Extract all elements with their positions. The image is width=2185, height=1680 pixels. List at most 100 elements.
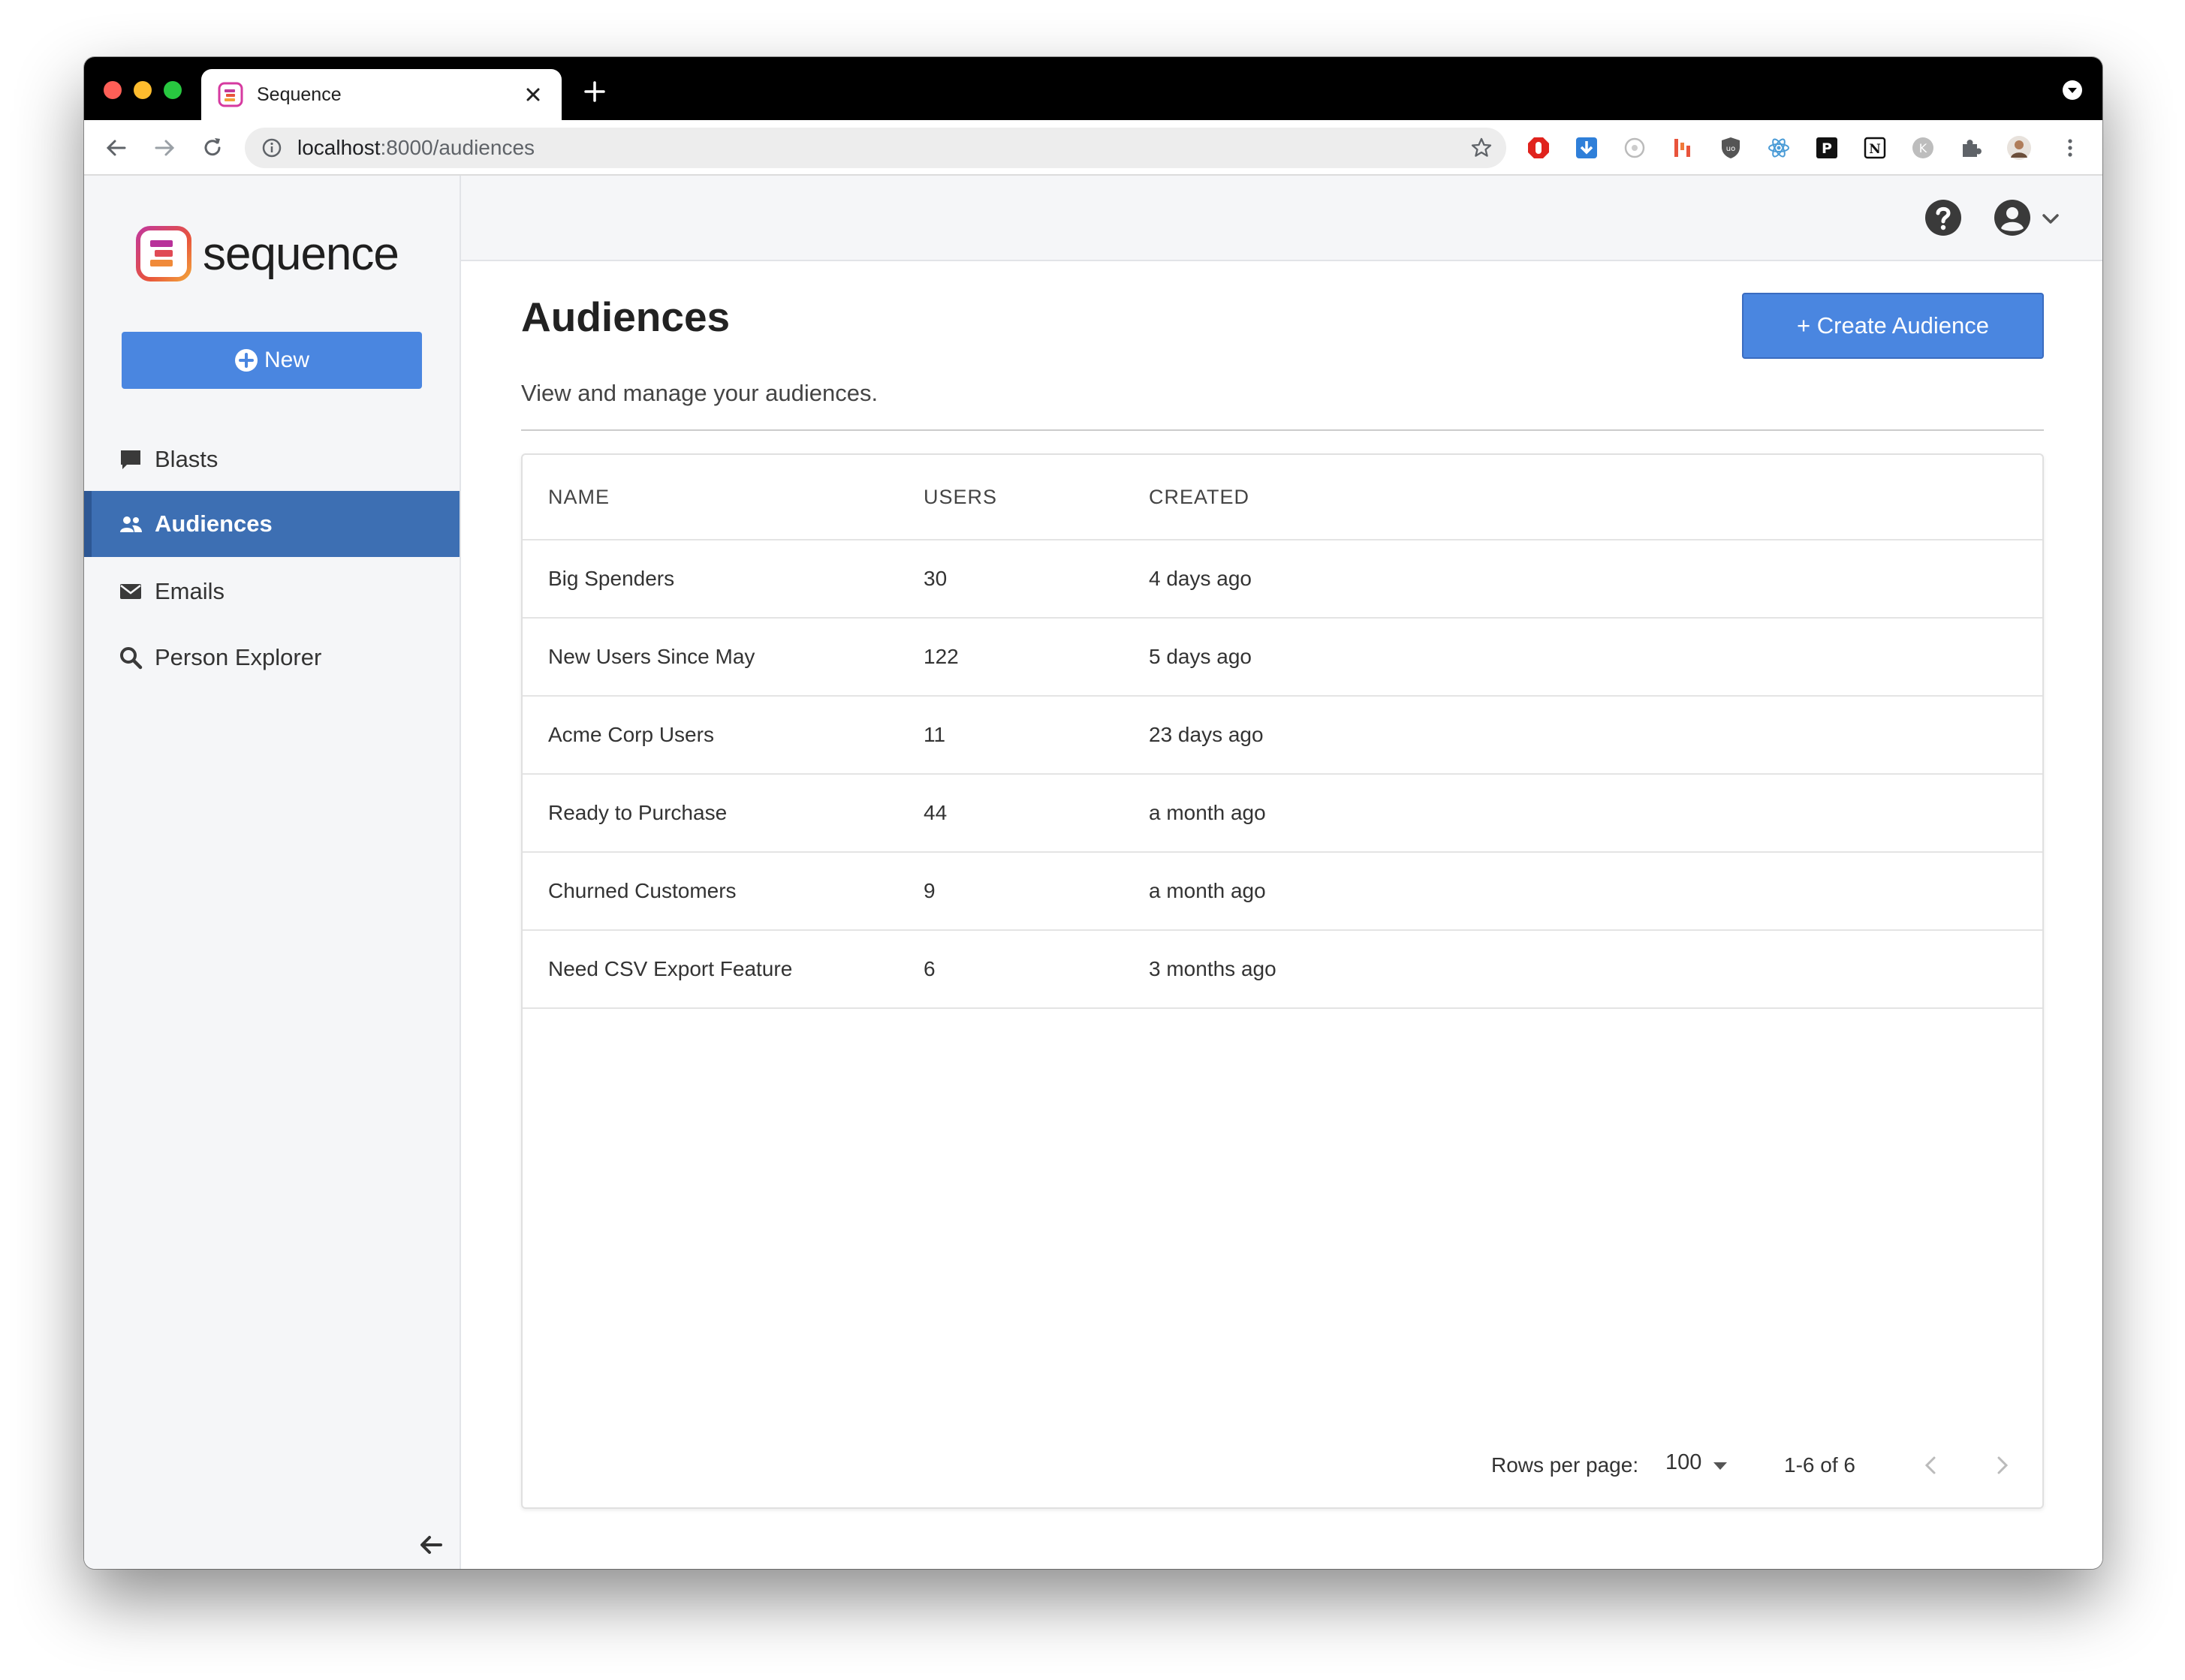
url-text: localhost:8000/audiences <box>297 136 535 160</box>
new-button-label: New <box>264 348 309 372</box>
site-info-icon[interactable] <box>261 137 282 158</box>
svg-text:uo: uo <box>1726 145 1735 153</box>
cell-users: 6 <box>924 957 936 980</box>
tab-bar: Sequence <box>84 57 2102 120</box>
profile-avatar[interactable] <box>2006 135 2032 161</box>
address-bar[interactable]: localhost:8000/audiences <box>245 128 1506 168</box>
cell-name: Need CSV Export Feature <box>548 957 793 980</box>
user-circle-icon[interactable] <box>1993 198 2032 237</box>
rows-per-page-label: Rows per page: <box>1491 1453 1639 1477</box>
message-icon <box>121 450 140 469</box>
reload-icon[interactable] <box>200 135 225 161</box>
app-logo[interactable]: sequence <box>135 225 399 282</box>
bookmark-star-icon[interactable] <box>1470 137 1493 159</box>
shield-extension-icon[interactable]: uo <box>1718 135 1743 161</box>
cell-created: a month ago <box>1149 801 1266 824</box>
k-extension-icon[interactable]: K <box>1910 135 1936 161</box>
envelope-icon <box>120 584 141 599</box>
tab-title: Sequence <box>257 83 342 105</box>
app-root: sequence New Blasts Audiences Emails Per… <box>84 176 2102 1569</box>
notion-extension-icon[interactable]: N <box>1862 135 1888 161</box>
browser-window: Sequence localhost:8000/audiences uo P N… <box>84 57 2102 1569</box>
sidebar-item-person-explorer[interactable]: Person Explorer <box>84 625 460 691</box>
url-path: :8000/audiences <box>380 136 535 159</box>
cell-name: Churned Customers <box>548 879 737 902</box>
cell-users: 30 <box>924 567 948 590</box>
search-icon <box>120 647 143 670</box>
page-subtitle: View and manage your audiences. <box>521 380 879 406</box>
cell-users: 44 <box>924 801 948 824</box>
cell-name: Ready to Purchase <box>548 801 728 824</box>
cell-created: 4 days ago <box>1149 567 1252 590</box>
column-header-created[interactable]: CREATED <box>1149 455 1249 539</box>
cell-name: New Users Since May <box>548 645 755 668</box>
sequence-favicon-icon <box>218 82 243 107</box>
sidebar-item-label: Blasts <box>155 446 218 472</box>
pagination-range: 1-6 of 6 <box>1784 1453 1855 1477</box>
ublock-extension-icon[interactable] <box>1526 135 1551 161</box>
divider <box>521 429 2044 431</box>
cell-users: 9 <box>924 879 936 902</box>
cell-users: 11 <box>924 723 946 746</box>
audiences-table: NAME USERS CREATED Big Spenders 30 4 day… <box>521 453 2044 1509</box>
sidebar-item-audiences[interactable]: Audiences <box>84 491 460 557</box>
table-row[interactable]: Big Spenders 30 4 days ago <box>523 540 2042 619</box>
sequence-logo-icon <box>136 226 191 282</box>
column-header-users[interactable]: USERS <box>924 455 997 539</box>
svg-text:N: N <box>1869 142 1881 157</box>
sidebar-item-label: Audiences <box>155 510 273 537</box>
sidebar-item-label: Emails <box>155 578 225 604</box>
browser-toolbar: localhost:8000/audiences uo P N K <box>84 120 2102 176</box>
minimize-window-button[interactable] <box>134 81 152 99</box>
sidebar-item-blasts[interactable]: Blasts <box>84 426 460 492</box>
caret-down-icon[interactable] <box>1712 1461 1728 1471</box>
table-row[interactable]: Churned Customers 9 a month ago <box>523 853 2042 931</box>
column-header-name[interactable]: NAME <box>548 455 610 539</box>
sidebar-item-emails[interactable]: Emails <box>84 558 460 625</box>
collapse-sidebar-icon[interactable] <box>417 1531 445 1558</box>
table-row[interactable]: Ready to Purchase 44 a month ago <box>523 775 2042 853</box>
main-content: Audiences + Create Audience View and man… <box>461 261 2102 1569</box>
close-tab-icon[interactable] <box>521 83 545 107</box>
plus-circle-icon <box>234 349 258 372</box>
sidebar: sequence New Blasts Audiences Emails Per… <box>84 176 461 1569</box>
cell-name: Acme Corp Users <box>548 723 714 746</box>
forward-icon[interactable] <box>152 135 177 161</box>
table-row[interactable]: Acme Corp Users 11 23 days ago <box>523 697 2042 775</box>
cell-name: Big Spenders <box>548 567 675 590</box>
cell-created: 23 days ago <box>1149 723 1264 746</box>
close-window-button[interactable] <box>104 81 122 99</box>
back-icon[interactable] <box>104 135 129 161</box>
sidebar-item-label: Person Explorer <box>155 644 322 670</box>
p-extension-icon[interactable]: P <box>1814 135 1840 161</box>
timer-extension-icon[interactable] <box>1622 135 1647 161</box>
browser-tab[interactable]: Sequence <box>201 69 562 120</box>
rows-per-page-select[interactable]: 100 <box>1665 1450 1701 1475</box>
table-row[interactable]: Need CSV Export Feature 6 3 months ago <box>523 931 2042 1009</box>
new-button[interactable]: New <box>122 332 422 389</box>
table-header: NAME USERS CREATED <box>523 455 2042 540</box>
tab-search-icon[interactable] <box>2062 80 2083 101</box>
table-row[interactable]: New Users Since May 122 5 days ago <box>523 619 2042 697</box>
table-pagination: Rows per page: 100 1-6 of 6 <box>523 1426 2042 1507</box>
stats-extension-icon[interactable] <box>1670 135 1695 161</box>
chevron-right-icon[interactable] <box>1990 1452 2014 1479</box>
cell-created: 5 days ago <box>1149 645 1252 668</box>
chevron-left-icon[interactable] <box>1919 1452 1943 1479</box>
cell-users: 122 <box>924 645 959 668</box>
page-title: Audiences <box>521 294 731 340</box>
logo-text: sequence <box>203 227 399 280</box>
download-extension-icon[interactable] <box>1574 135 1599 161</box>
extensions-puzzle-icon[interactable] <box>1958 135 1984 161</box>
new-tab-icon[interactable] <box>583 80 607 104</box>
maximize-window-button[interactable] <box>164 81 182 99</box>
cell-created: 3 months ago <box>1149 957 1276 980</box>
svg-text:P: P <box>1822 140 1832 157</box>
browser-menu-icon[interactable] <box>2057 135 2083 161</box>
url-host: localhost <box>297 136 381 159</box>
react-devtools-icon[interactable] <box>1766 135 1792 161</box>
top-header <box>461 176 2102 261</box>
create-audience-button[interactable]: + Create Audience <box>1742 293 2044 359</box>
chevron-down-icon[interactable] <box>2041 210 2060 227</box>
question-circle-icon[interactable] <box>1924 198 1963 237</box>
